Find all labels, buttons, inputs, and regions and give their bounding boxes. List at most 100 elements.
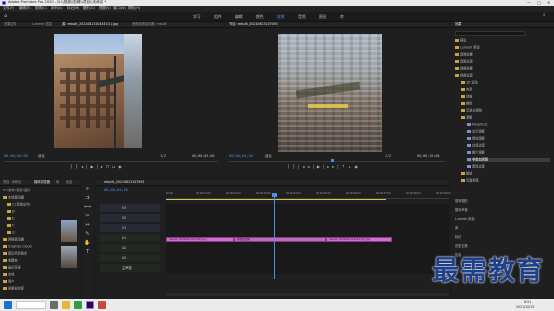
- effects-tree-item[interactable]: 缩放: [461, 172, 472, 176]
- timeline-clip-1[interactable]: rebuilt_20210813107093.jpg: [166, 237, 234, 242]
- effects-tree-item[interactable]: MorphCut: [467, 123, 488, 127]
- premiere-taskbar-icon[interactable]: [86, 301, 94, 309]
- tab-sequence[interactable]: rebuilt_20210813107093: [104, 181, 144, 184]
- history-header[interactable]: 历史记录: [455, 244, 468, 248]
- drive-tree-item[interactable]: 网络驱动器: [3, 238, 24, 242]
- effects-tree-item[interactable]: 音频过渡: [455, 60, 473, 64]
- media-thumbnail-1[interactable]: [61, 220, 77, 242]
- slip-tool-icon[interactable]: ↔: [84, 222, 91, 229]
- tab-effect-controls[interactable]: 效果控件: [4, 23, 17, 26]
- essential-sound-header[interactable]: 基本声音: [455, 208, 468, 212]
- workspace-color[interactable]: 颜色: [256, 15, 264, 19]
- effects-tree-item[interactable]: 擦除: [461, 102, 472, 106]
- export-frame-icon[interactable]: ◉: [118, 164, 125, 169]
- menu-sequence[interactable]: 序列(S): [51, 6, 63, 10]
- taskbar-search-box[interactable]: [16, 301, 46, 309]
- effects-tree-item[interactable]: 交叉溶解: [467, 130, 485, 134]
- drive-tree-item[interactable]: 本地: [3, 273, 14, 277]
- workspace-learn[interactable]: 学习: [193, 15, 201, 19]
- track-header[interactable]: A2: [100, 244, 160, 252]
- effects-tree-item[interactable]: 白场过渡: [467, 144, 485, 148]
- tray-date[interactable]: 2021/10/15: [516, 305, 534, 309]
- maximize-button[interactable]: □: [537, 0, 541, 5]
- drive-tree-item[interactable]: 用户: [3, 280, 14, 284]
- drive-tree-item[interactable]: 最近目录: [3, 266, 21, 270]
- drive-tree-item[interactable]: 收藏夹: [3, 259, 18, 263]
- workspace-editing[interactable]: 编辑: [235, 15, 243, 19]
- source-scrubber[interactable]: [4, 161, 218, 162]
- workspace-audio[interactable]: 音频: [298, 15, 306, 19]
- drive-tree-item[interactable]: F:: [7, 224, 15, 228]
- timeline-playhead[interactable]: [274, 193, 275, 279]
- media-thumbnail-2[interactable]: [61, 246, 77, 268]
- effects-tree-item[interactable]: 预设: [455, 39, 466, 43]
- libraries-header[interactable]: 库: [455, 226, 458, 230]
- tab-libraries[interactable]: 库: [56, 181, 59, 184]
- track-header[interactable]: V1: [100, 224, 160, 232]
- timeline-transition[interactable]: 非叠加溶解: [234, 237, 326, 242]
- tray-time[interactable]: 8:51: [524, 300, 531, 304]
- effects-tree-item[interactable]: 3D 运动: [461, 81, 478, 85]
- effects-tree-item[interactable]: 非叠加溶解: [467, 158, 550, 162]
- effects-tree-item[interactable]: Lumetri 预设: [455, 46, 480, 50]
- track-header[interactable]: 主声道: [100, 264, 160, 272]
- tab-media-browser[interactable]: 媒体浏览器: [34, 181, 50, 184]
- effects-tree-item[interactable]: 内滑: [461, 88, 472, 92]
- source-fit-select[interactable]: 适合: [38, 154, 45, 158]
- essential-graphics-header[interactable]: 基本图形: [455, 199, 468, 203]
- tab-source[interactable]: 源: rebuilt_20210813104447(1).jpg: [62, 23, 118, 26]
- minimize-button[interactable]: —: [527, 0, 531, 5]
- drive-tree-item[interactable]: 本地驱动器: [3, 196, 24, 200]
- drive-tree-item[interactable]: Creative Cloud: [3, 245, 31, 249]
- tab-project[interactable]: 项目: 未命名: [3, 181, 21, 184]
- markers-header[interactable]: 标记: [455, 235, 461, 239]
- timeline-clip-2[interactable]: rebuilt_20210813104447(1).jpg: [326, 237, 392, 242]
- menu-clip[interactable]: 剪辑(C): [35, 6, 47, 10]
- tab-program[interactable]: 节目: rebuilt_20210813107093: [229, 23, 278, 26]
- task-view-icon[interactable]: [50, 301, 58, 309]
- program-scrubber[interactable]: [229, 161, 445, 162]
- home-icon[interactable]: ⌂: [4, 14, 10, 20]
- drive-tree-item[interactable]: E:: [7, 217, 15, 221]
- tab-lumetri-scopes[interactable]: Lumetri 范围: [32, 23, 52, 26]
- effects-tree-item[interactable]: 黑场过渡: [467, 165, 485, 169]
- menu-help[interactable]: 帮助(H): [128, 6, 140, 10]
- source-timecode[interactable]: 00;00;00;00: [4, 154, 28, 159]
- go-to-out-icon[interactable]: ▸|: [332, 164, 341, 169]
- effects-tree-item[interactable]: 叠加溶解: [467, 137, 485, 141]
- drive-tree-item[interactable]: G:: [7, 231, 16, 235]
- effects-tree-item[interactable]: 视频效果: [455, 67, 473, 71]
- effects-tree-item[interactable]: 页面剥落: [461, 179, 479, 183]
- menu-file[interactable]: 文件(F): [3, 6, 14, 10]
- lumetri-color-header[interactable]: Lumetri 颜色: [455, 217, 475, 221]
- windows-start-icon[interactable]: [4, 301, 12, 309]
- hand-tool-icon[interactable]: ✋: [84, 240, 91, 247]
- drive-tree-item[interactable]: D:: [7, 210, 16, 214]
- tab-audio-clip-mixer[interactable]: 音频剪辑混合器: rebuilt: [132, 23, 167, 26]
- tab-info[interactable]: 信息: [66, 181, 72, 184]
- search-icon[interactable]: ⌕: [543, 13, 546, 19]
- selection-tool-icon[interactable]: ➤: [84, 186, 91, 193]
- timeline-scrollbar[interactable]: [166, 293, 449, 296]
- file-explorer-icon[interactable]: [62, 301, 70, 309]
- type-tool-icon[interactable]: T: [84, 249, 91, 256]
- timeline-timecode[interactable]: 00;00;04;20: [104, 188, 128, 193]
- workspace-graphics[interactable]: 图形: [319, 15, 327, 19]
- menu-edit[interactable]: 编辑(E): [19, 6, 31, 10]
- effects-tree-item[interactable]: 溶解: [461, 116, 472, 120]
- effects-tree-item[interactable]: 划像: [461, 95, 472, 99]
- effects-tree-item[interactable]: 音频效果: [455, 53, 473, 57]
- ripple-edit-tool-icon[interactable]: ⟺: [84, 204, 91, 211]
- menu-marker[interactable]: 标记(M): [67, 6, 79, 10]
- workspace-assembly[interactable]: 组件: [214, 15, 222, 19]
- pen-tool-icon[interactable]: ✎: [84, 231, 91, 238]
- menu-window[interactable]: 窗口(W): [113, 6, 126, 10]
- tab-effects[interactable]: 效果: [455, 23, 461, 26]
- track-header[interactable]: A3: [100, 254, 160, 262]
- step-forward-icon[interactable]: |▸: [97, 164, 106, 169]
- program-playhead[interactable]: [331, 159, 334, 162]
- menu-view[interactable]: 视图(V): [99, 6, 111, 10]
- effects-tree-item[interactable]: 沉浸式视频: [461, 109, 482, 113]
- drive-tree-item[interactable]: 剪辑素材库: [3, 287, 24, 291]
- timeline-playhead-handle[interactable]: [272, 193, 277, 197]
